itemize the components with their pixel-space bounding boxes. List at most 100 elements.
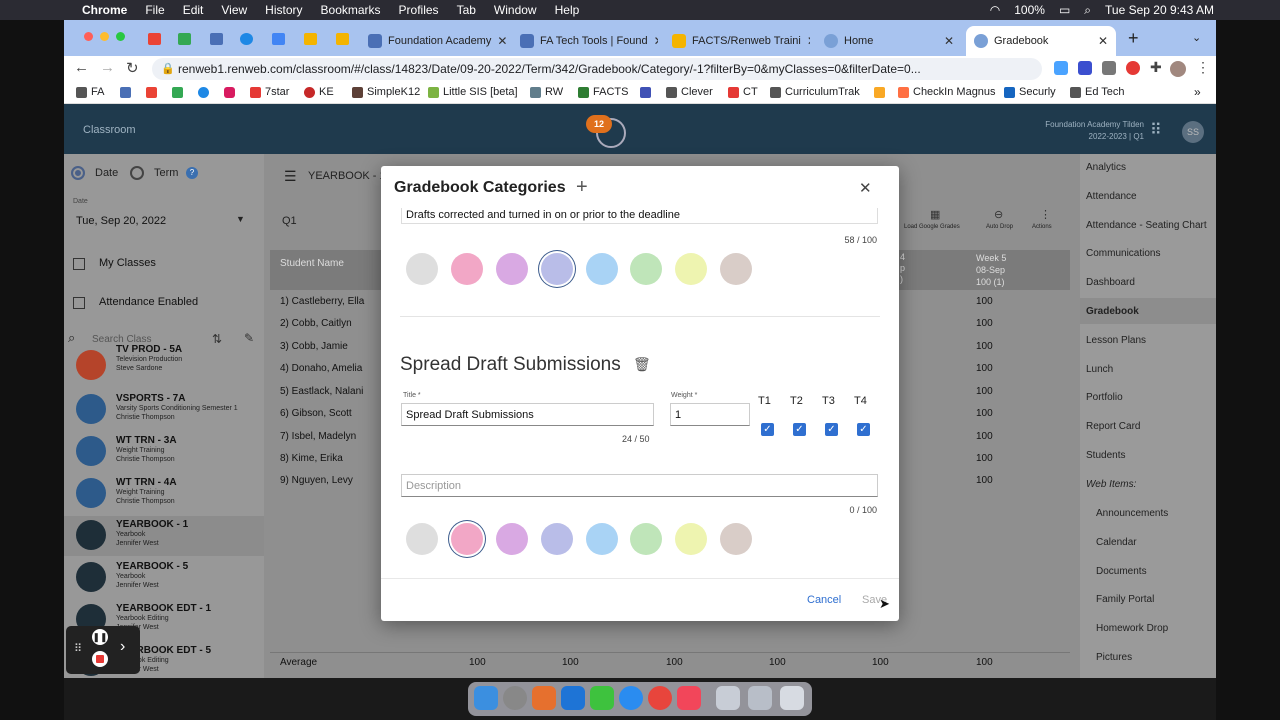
- class-item[interactable]: YEARBOOK - 5 Yearbook Jennifer West: [64, 558, 264, 598]
- tab-gradebook[interactable]: Gradebook ✕: [966, 26, 1116, 56]
- nav-students[interactable]: Students: [1086, 450, 1125, 461]
- grade-cell[interactable]: 100: [976, 341, 993, 352]
- menu-item[interactable]: Edit: [183, 3, 204, 17]
- term-t3-checkbox[interactable]: ✓: [825, 423, 838, 436]
- extension-icon[interactable]: [1126, 61, 1140, 75]
- term-t4-checkbox[interactable]: ✓: [857, 423, 870, 436]
- slides-pinned-tab-icon[interactable]: [336, 33, 349, 45]
- extension-icon[interactable]: [1054, 61, 1068, 75]
- bookmark-fa[interactable]: FA: [76, 86, 104, 98]
- student-row[interactable]: 2) Cobb, Caitlyn: [280, 318, 352, 329]
- nav-lunch[interactable]: Lunch: [1086, 364, 1113, 375]
- back-icon[interactable]: ←: [74, 59, 89, 76]
- search-icon[interactable]: ⌕: [1084, 3, 1091, 18]
- sort-icon[interactable]: ⇅: [212, 332, 222, 346]
- term-t1-checkbox[interactable]: ✓: [761, 423, 774, 436]
- nav-attendance[interactable]: Attendance: [1086, 191, 1137, 202]
- color-swatch[interactable]: [586, 253, 618, 285]
- help-icon[interactable]: ?: [186, 167, 198, 179]
- expand-chevron-icon[interactable]: ›: [120, 638, 125, 656]
- date-radio[interactable]: [71, 166, 85, 180]
- gmail-bookmark-icon[interactable]: [146, 87, 157, 98]
- color-swatch[interactable]: [630, 523, 662, 555]
- bookmark-icon[interactable]: [874, 87, 885, 98]
- nav-family-portal[interactable]: Family Portal: [1096, 594, 1154, 605]
- close-tab-icon[interactable]: ✕: [497, 34, 506, 48]
- grade-cell[interactable]: 100: [976, 296, 993, 307]
- student-row[interactable]: 3) Cobb, Jamie: [280, 341, 348, 352]
- hamburger-menu-icon[interactable]: ☰: [284, 168, 297, 185]
- menu-item[interactable]: View: [221, 3, 247, 17]
- docs-pinned-tab-icon[interactable]: [272, 33, 285, 45]
- bookmark-7star[interactable]: 7star: [250, 86, 289, 98]
- color-swatch[interactable]: [630, 253, 662, 285]
- color-swatch[interactable]: [496, 253, 528, 285]
- system-preferences-icon[interactable]: [503, 686, 527, 710]
- load-google-grades-icon[interactable]: ▦: [930, 208, 940, 221]
- weight-input[interactable]: 1: [670, 403, 750, 426]
- bookmark-curriculumtrak[interactable]: CurriculumTrak: [770, 86, 860, 98]
- nav-portfolio[interactable]: Portfolio: [1086, 392, 1123, 403]
- attendance-enabled-checkbox[interactable]: [73, 297, 85, 309]
- clock[interactable]: Tue Sep 20 9:43 AM: [1105, 3, 1214, 17]
- tab-home[interactable]: Home ✕: [816, 26, 962, 56]
- self-service-icon[interactable]: [561, 686, 585, 710]
- auto-drop-icon[interactable]: ⊖: [994, 208, 1003, 221]
- nav-dashboard[interactable]: Dashboard: [1086, 277, 1135, 288]
- dialog-scroll-area[interactable]: Drafts corrected and turned in on or pri…: [381, 208, 899, 578]
- app-title[interactable]: Classroom: [83, 124, 136, 136]
- bookmark-ke[interactable]: KE: [304, 86, 334, 98]
- class-item[interactable]: WT TRN - 3A Weight Training Christie Tho…: [64, 432, 264, 472]
- add-category-icon[interactable]: +: [576, 176, 588, 199]
- bookmark-ct[interactable]: CT: [728, 86, 758, 98]
- more-bookmarks-icon[interactable]: »: [1194, 85, 1201, 99]
- pause-icon[interactable]: ❚❚: [92, 629, 108, 645]
- tab-search-chevron-icon[interactable]: ⌄: [1192, 31, 1201, 44]
- description-input[interactable]: Description: [401, 474, 878, 497]
- extensions-puzzle-icon[interactable]: ✚: [1150, 59, 1162, 76]
- cancel-button[interactable]: Cancel: [807, 594, 841, 606]
- bookmark-little-sis[interactable]: Little SIS [beta]: [428, 86, 518, 98]
- wifi-icon[interactable]: ◠: [990, 3, 1000, 17]
- slides-pinned-tab-icon[interactable]: [304, 33, 317, 45]
- term-radio[interactable]: [130, 166, 144, 180]
- pinned-tab-icon[interactable]: [240, 33, 253, 45]
- zoom-window-icon[interactable]: [116, 32, 125, 41]
- tab-fa-tech-tools[interactable]: FA Tech Tools | Found ✕: [512, 26, 658, 56]
- edit-pencil-icon[interactable]: ✎: [244, 331, 254, 345]
- menu-item[interactable]: File: [145, 3, 164, 17]
- menu-app-name[interactable]: Chrome: [82, 3, 127, 17]
- chevron-down-icon[interactable]: ▼: [236, 214, 245, 224]
- color-swatch[interactable]: [406, 253, 438, 285]
- week-5-header[interactable]: Week 5 08-Sep 100 (1): [976, 252, 1006, 288]
- color-swatch[interactable]: [675, 523, 707, 555]
- student-row[interactable]: 8) Kime, Erika: [280, 453, 343, 464]
- class-item[interactable]: WT TRN - 4A Weight Training Christie Tho…: [64, 474, 264, 514]
- grade-cell[interactable]: 100: [976, 475, 993, 486]
- reload-icon[interactable]: ↻: [126, 59, 139, 77]
- forward-icon[interactable]: →: [100, 59, 115, 76]
- student-row[interactable]: 4) Donaho, Amelia: [280, 363, 362, 374]
- color-swatch-selected[interactable]: [451, 523, 483, 555]
- color-swatch-selected[interactable]: [541, 253, 573, 285]
- close-window-icon[interactable]: [84, 32, 93, 41]
- bookmark-facts[interactable]: FACTS: [578, 86, 628, 98]
- bookmark-icon[interactable]: [198, 87, 209, 98]
- drag-handle-icon[interactable]: ⠿: [74, 642, 82, 655]
- pinned-tab-icon[interactable]: [210, 33, 223, 45]
- extension-icon[interactable]: [1078, 61, 1092, 75]
- messages-icon[interactable]: [590, 686, 614, 710]
- nav-communications[interactable]: Communications: [1086, 248, 1160, 259]
- close-tab-icon[interactable]: ✕: [1098, 34, 1108, 48]
- color-swatch[interactable]: [720, 253, 752, 285]
- launchpad-icon[interactable]: [532, 686, 556, 710]
- bookmark-icon[interactable]: [120, 87, 131, 98]
- drive-bookmark-icon[interactable]: [172, 87, 183, 98]
- notification-badge[interactable]: 12: [586, 115, 612, 133]
- safari-icon[interactable]: [619, 686, 643, 710]
- color-swatch[interactable]: [720, 523, 752, 555]
- menu-item[interactable]: Profiles: [399, 3, 439, 17]
- chrome-icon[interactable]: [648, 686, 672, 710]
- nav-announcements[interactable]: Announcements: [1096, 508, 1168, 519]
- color-swatch[interactable]: [541, 523, 573, 555]
